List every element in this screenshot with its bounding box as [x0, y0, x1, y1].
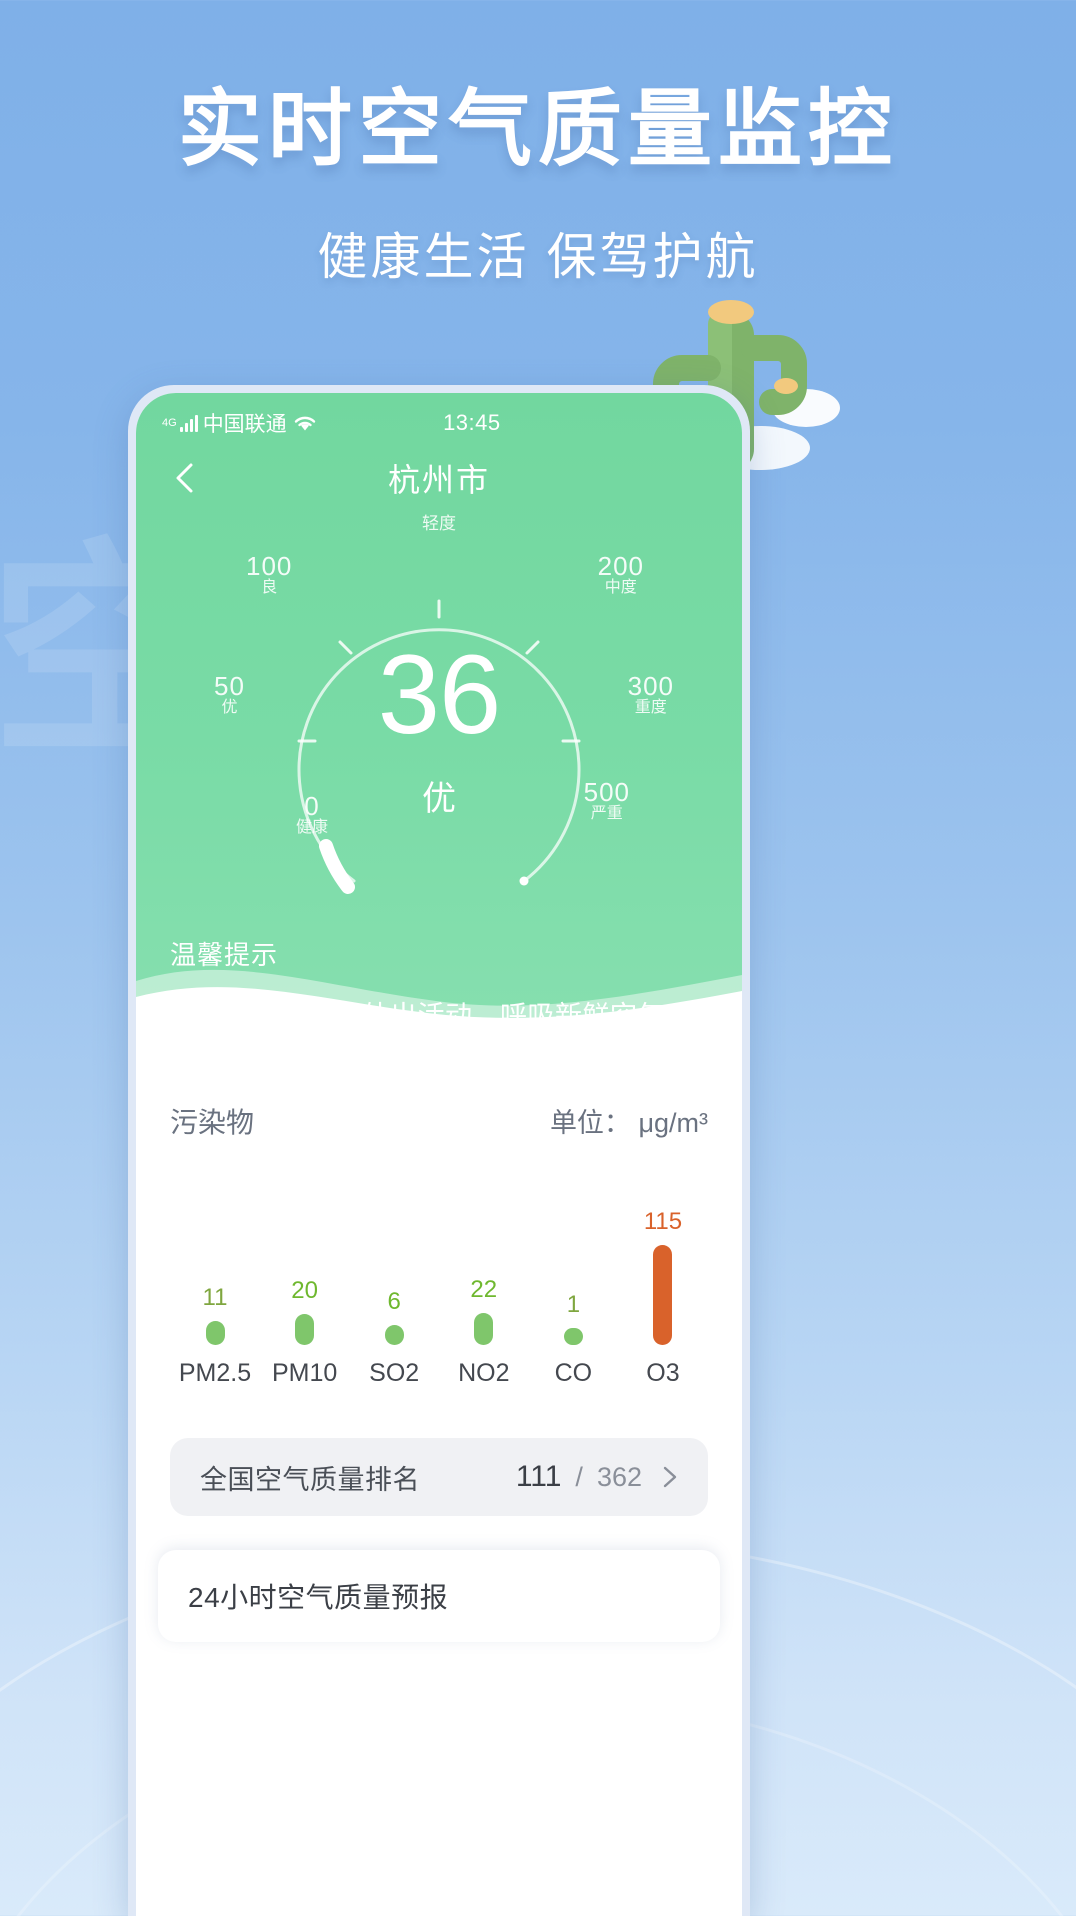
- pollutant-pill-co: [563, 1328, 583, 1345]
- chevron-left-icon[interactable]: [166, 458, 206, 498]
- ranking-title: 全国空气质量排名: [200, 1464, 420, 1495]
- status-bar-left: 4G 中国联通: [162, 408, 318, 438]
- pollutant-label-co: CO: [554, 1359, 593, 1387]
- pollutant-bar-chart: 11 20 6 22 1 115: [170, 1197, 708, 1345]
- gauge-top-level: 轻度: [422, 514, 456, 533]
- ranking-position: 111: [515, 1460, 562, 1493]
- pollutant-value-pm25: 11: [202, 1284, 228, 1311]
- pollutant-unit-label: 单位： μg/m³: [549, 1108, 708, 1138]
- national-ranking-row[interactable]: 全国空气质量排名 111 / 362: [170, 1438, 708, 1516]
- gauge-tick-500: 500 严重: [583, 777, 630, 823]
- gauge-tick-300: 300 重度: [627, 671, 674, 717]
- hero-banner: 实时空气质量监控 健康生活 保驾护航: [0, 62, 1076, 289]
- pollutant-value-o3: 115: [643, 1208, 683, 1235]
- pollutant-labels: PM2.5 PM10 SO2 NO2 CO O3: [170, 1359, 708, 1388]
- aqi-category: 优: [421, 780, 456, 818]
- pollutant-bar-pm25: 11: [176, 1197, 254, 1345]
- pollutant-label-pm25: PM2.5: [178, 1359, 252, 1387]
- gauge-tick-200: 200 中度: [597, 551, 644, 597]
- hero-subtitle: 健康生活 保驾护航: [317, 229, 759, 285]
- pollutant-pill-no2: [474, 1312, 494, 1345]
- aqi-value: 36: [377, 632, 502, 757]
- status-bar: 4G 中国联通 13:45: [136, 393, 742, 439]
- gauge-tick-50: 50 优: [214, 671, 245, 717]
- signal-bars-icon: [179, 414, 198, 432]
- pollutant-value-pm10: 20: [291, 1277, 318, 1305]
- wave-divider: [136, 969, 742, 1025]
- pollutant-label-so2: SO2: [369, 1359, 420, 1387]
- pollutant-section: 污染物 单位： μg/m³ 11 20 6 22 1 115 PM2.5 PM1…: [136, 1023, 742, 1642]
- aqi-header: 4G 中国联通 13:45 杭州市 轻度 100 良 200 中度 50 优 3…: [136, 393, 742, 1031]
- pollutant-bar-co: 1: [534, 1197, 612, 1345]
- pollutant-value-no2: 22: [470, 1275, 498, 1303]
- ranking-separator: /: [575, 1461, 583, 1492]
- pollutant-label-o3: O3: [646, 1359, 680, 1387]
- gauge-tick-0: 0 健康: [296, 791, 329, 837]
- hero-title: 实时空气质量监控: [177, 82, 898, 176]
- pollutant-label-pm10: PM10: [271, 1359, 338, 1387]
- chevron-right-icon[interactable]: [656, 1464, 682, 1490]
- pollutant-header: 污染物 单位： μg/m³: [170, 1023, 708, 1141]
- pollutant-pill-o3: [653, 1245, 673, 1345]
- ranking-total: 362: [596, 1461, 642, 1492]
- pollutant-bar-pm10: 20: [266, 1197, 344, 1345]
- pollutant-value-co: 1: [566, 1291, 581, 1319]
- ranking-values: 111 / 362: [516, 1460, 682, 1494]
- forecast-card[interactable]: 24小时空气质量预报: [158, 1550, 720, 1642]
- pollutant-bar-no2: 22: [445, 1197, 523, 1345]
- forecast-title: 24小时空气质量预报: [188, 1582, 449, 1613]
- gauge-tick-100: 100 良: [246, 551, 293, 597]
- pollutant-section-label: 污染物: [170, 1107, 255, 1138]
- phone-mockup: 4G 中国联通 13:45 杭州市 轻度 100 良 200 中度 50 优 3…: [128, 385, 750, 1916]
- nav-bar: 杭州市: [136, 439, 742, 517]
- pollutant-pill-so2: [384, 1324, 404, 1345]
- aqi-gauge: 轻度 100 良 200 中度 50 优 300 重度 0 健康 500 严重 …: [204, 515, 674, 941]
- page-title: 杭州市: [387, 462, 490, 498]
- aqi-gauge-section: 轻度 100 良 200 中度 50 优 300 重度 0 健康 500 严重 …: [136, 515, 742, 941]
- aqi-readout: 36 优: [377, 632, 502, 820]
- phone-screen: 4G 中国联通 13:45 杭州市 轻度 100 良 200 中度 50 优 3…: [136, 393, 742, 1916]
- network-type-label: 4G: [162, 416, 177, 429]
- pollutant-pill-pm10: [295, 1314, 315, 1345]
- pollutant-bar-so2: 6: [355, 1197, 433, 1345]
- pollutant-label-no2: NO2: [458, 1359, 510, 1387]
- pollutant-bar-o3: 115: [624, 1197, 702, 1345]
- wifi-icon: [294, 416, 315, 431]
- pollutant-pill-pm25: [205, 1321, 225, 1345]
- carrier-label: 中国联通: [202, 413, 287, 436]
- status-bar-time: 13:45: [443, 410, 501, 435]
- pollutant-value-so2: 6: [387, 1287, 401, 1315]
